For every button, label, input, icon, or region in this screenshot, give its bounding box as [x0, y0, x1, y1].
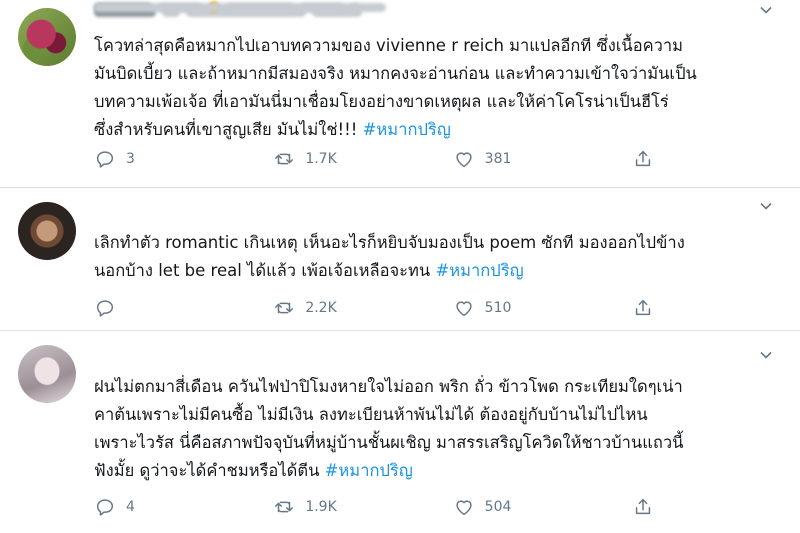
tweet-text-line: คาต้นเพราะไม่มีคนซื้อ ไม่มีเงิน ลงทะเบีย…	[94, 405, 648, 424]
reply-icon	[96, 300, 114, 317]
retweet-count: 1.9K	[305, 499, 337, 515]
retweet-count: 1.7K	[305, 151, 337, 167]
tweet-text-line: นอกบ้าง let be real ได้แล้ว เพ้อเจ้อเหลื…	[94, 261, 436, 280]
heart-icon	[456, 500, 472, 516]
retweet-button[interactable]: 1.9K	[273, 495, 452, 519]
share-button[interactable]	[632, 495, 664, 519]
hashtag-link[interactable]: #หมากปริญ	[435, 261, 523, 280]
tweet-text-line: บทความเพ้อเจ้อ ที่เอามันนี่มาเชื่อมโยงอย…	[94, 92, 669, 111]
share-icon	[635, 498, 651, 515]
tweet-actions: 2.2K 510	[94, 296, 664, 320]
author-name-blurred[interactable]	[94, 0, 360, 14]
tweet-actions: 4 1.9K 504	[94, 495, 664, 519]
avatar[interactable]	[18, 8, 76, 66]
like-count: 381	[484, 151, 512, 167]
tweet-text-line: เพราะไวรัส นี่คือสภาพปัจจุบันที่หมู่บ้าน…	[94, 433, 684, 452]
retweet-icon	[275, 501, 294, 513]
tweet: โควทล่าสุดคือหมากไปเอาบทความของ vivienne…	[0, 0, 800, 187]
share-button[interactable]	[632, 296, 664, 320]
tweet-text-line: โควทล่าสุดคือหมากไปเอาบทความของ vivienne…	[94, 36, 684, 55]
tweet-text: ฝนไม่ตกมาสี่เดือน ควันไฟป่าปิโมงหายใจไม่…	[94, 373, 774, 485]
tweet-text-line: มันบิดเบี้ยว และถ้าหมากมีสมองจริง หมากคง…	[94, 64, 697, 83]
share-icon	[635, 299, 651, 316]
tweet-text: เลิกทำตัว romantic เกินเหตุ เห็นอะไรก็หย…	[94, 229, 774, 285]
tweet-text-line: ฝนไม่ตกมาสี่เดือน ควันไฟป่าปิโมงหายใจไม่…	[94, 377, 683, 396]
reply-count: 3	[126, 151, 135, 167]
reply-button[interactable]: 3	[94, 147, 273, 171]
avatar[interactable]	[18, 202, 76, 260]
like-button[interactable]: 510	[453, 296, 632, 320]
chevron-down-icon[interactable]	[760, 349, 772, 361]
retweet-icon	[275, 153, 294, 165]
retweet-count: 2.2K	[305, 300, 337, 316]
heart-icon	[456, 152, 472, 168]
reply-icon	[96, 499, 114, 516]
hashtag-link[interactable]: #หมากปริญ	[325, 461, 413, 480]
retweet-button[interactable]: 1.7K	[273, 147, 452, 171]
reply-count: 4	[126, 499, 135, 515]
tweet-text-line: เลิกทำตัว romantic เกินเหตุ เห็นอะไรก็หย…	[94, 233, 685, 252]
chevron-down-icon[interactable]	[760, 200, 772, 212]
retweet-icon	[275, 302, 294, 314]
chevron-down-icon[interactable]	[760, 4, 772, 16]
tweet-text: โควทล่าสุดคือหมากไปเอาบทความของ vivienne…	[94, 32, 774, 144]
tweet: เลิกทำตัว romantic เกินเหตุ เห็นอะไรก็หย…	[0, 187, 800, 330]
share-button[interactable]	[632, 147, 664, 171]
reply-button[interactable]	[94, 296, 273, 320]
retweet-button[interactable]: 2.2K	[273, 296, 452, 320]
reply-icon	[96, 151, 114, 168]
tweet-text-line: ฟังมั้ย ดูว่าจะได้คำชมหรือได้ตีน	[94, 461, 325, 480]
heart-icon	[456, 301, 472, 317]
like-count: 510	[484, 300, 512, 316]
tweet-text-line: ซึ่งสำหรับคนที่เขาสูญเสีย มันไม่ใช่!!!	[94, 120, 363, 139]
tweet: ฝนไม่ตกมาสี่เดือน ควันไฟป่าปิโมงหายใจไม่…	[0, 330, 800, 533]
like-count: 504	[484, 499, 512, 515]
reply-button[interactable]: 4	[94, 495, 273, 519]
like-button[interactable]: 504	[453, 495, 632, 519]
hashtag-link[interactable]: #หมากปริญ	[363, 120, 451, 139]
tweet-actions: 3 1.7K 381	[94, 147, 664, 171]
avatar[interactable]	[18, 345, 76, 403]
share-icon	[635, 150, 651, 167]
like-button[interactable]: 381	[453, 147, 632, 171]
